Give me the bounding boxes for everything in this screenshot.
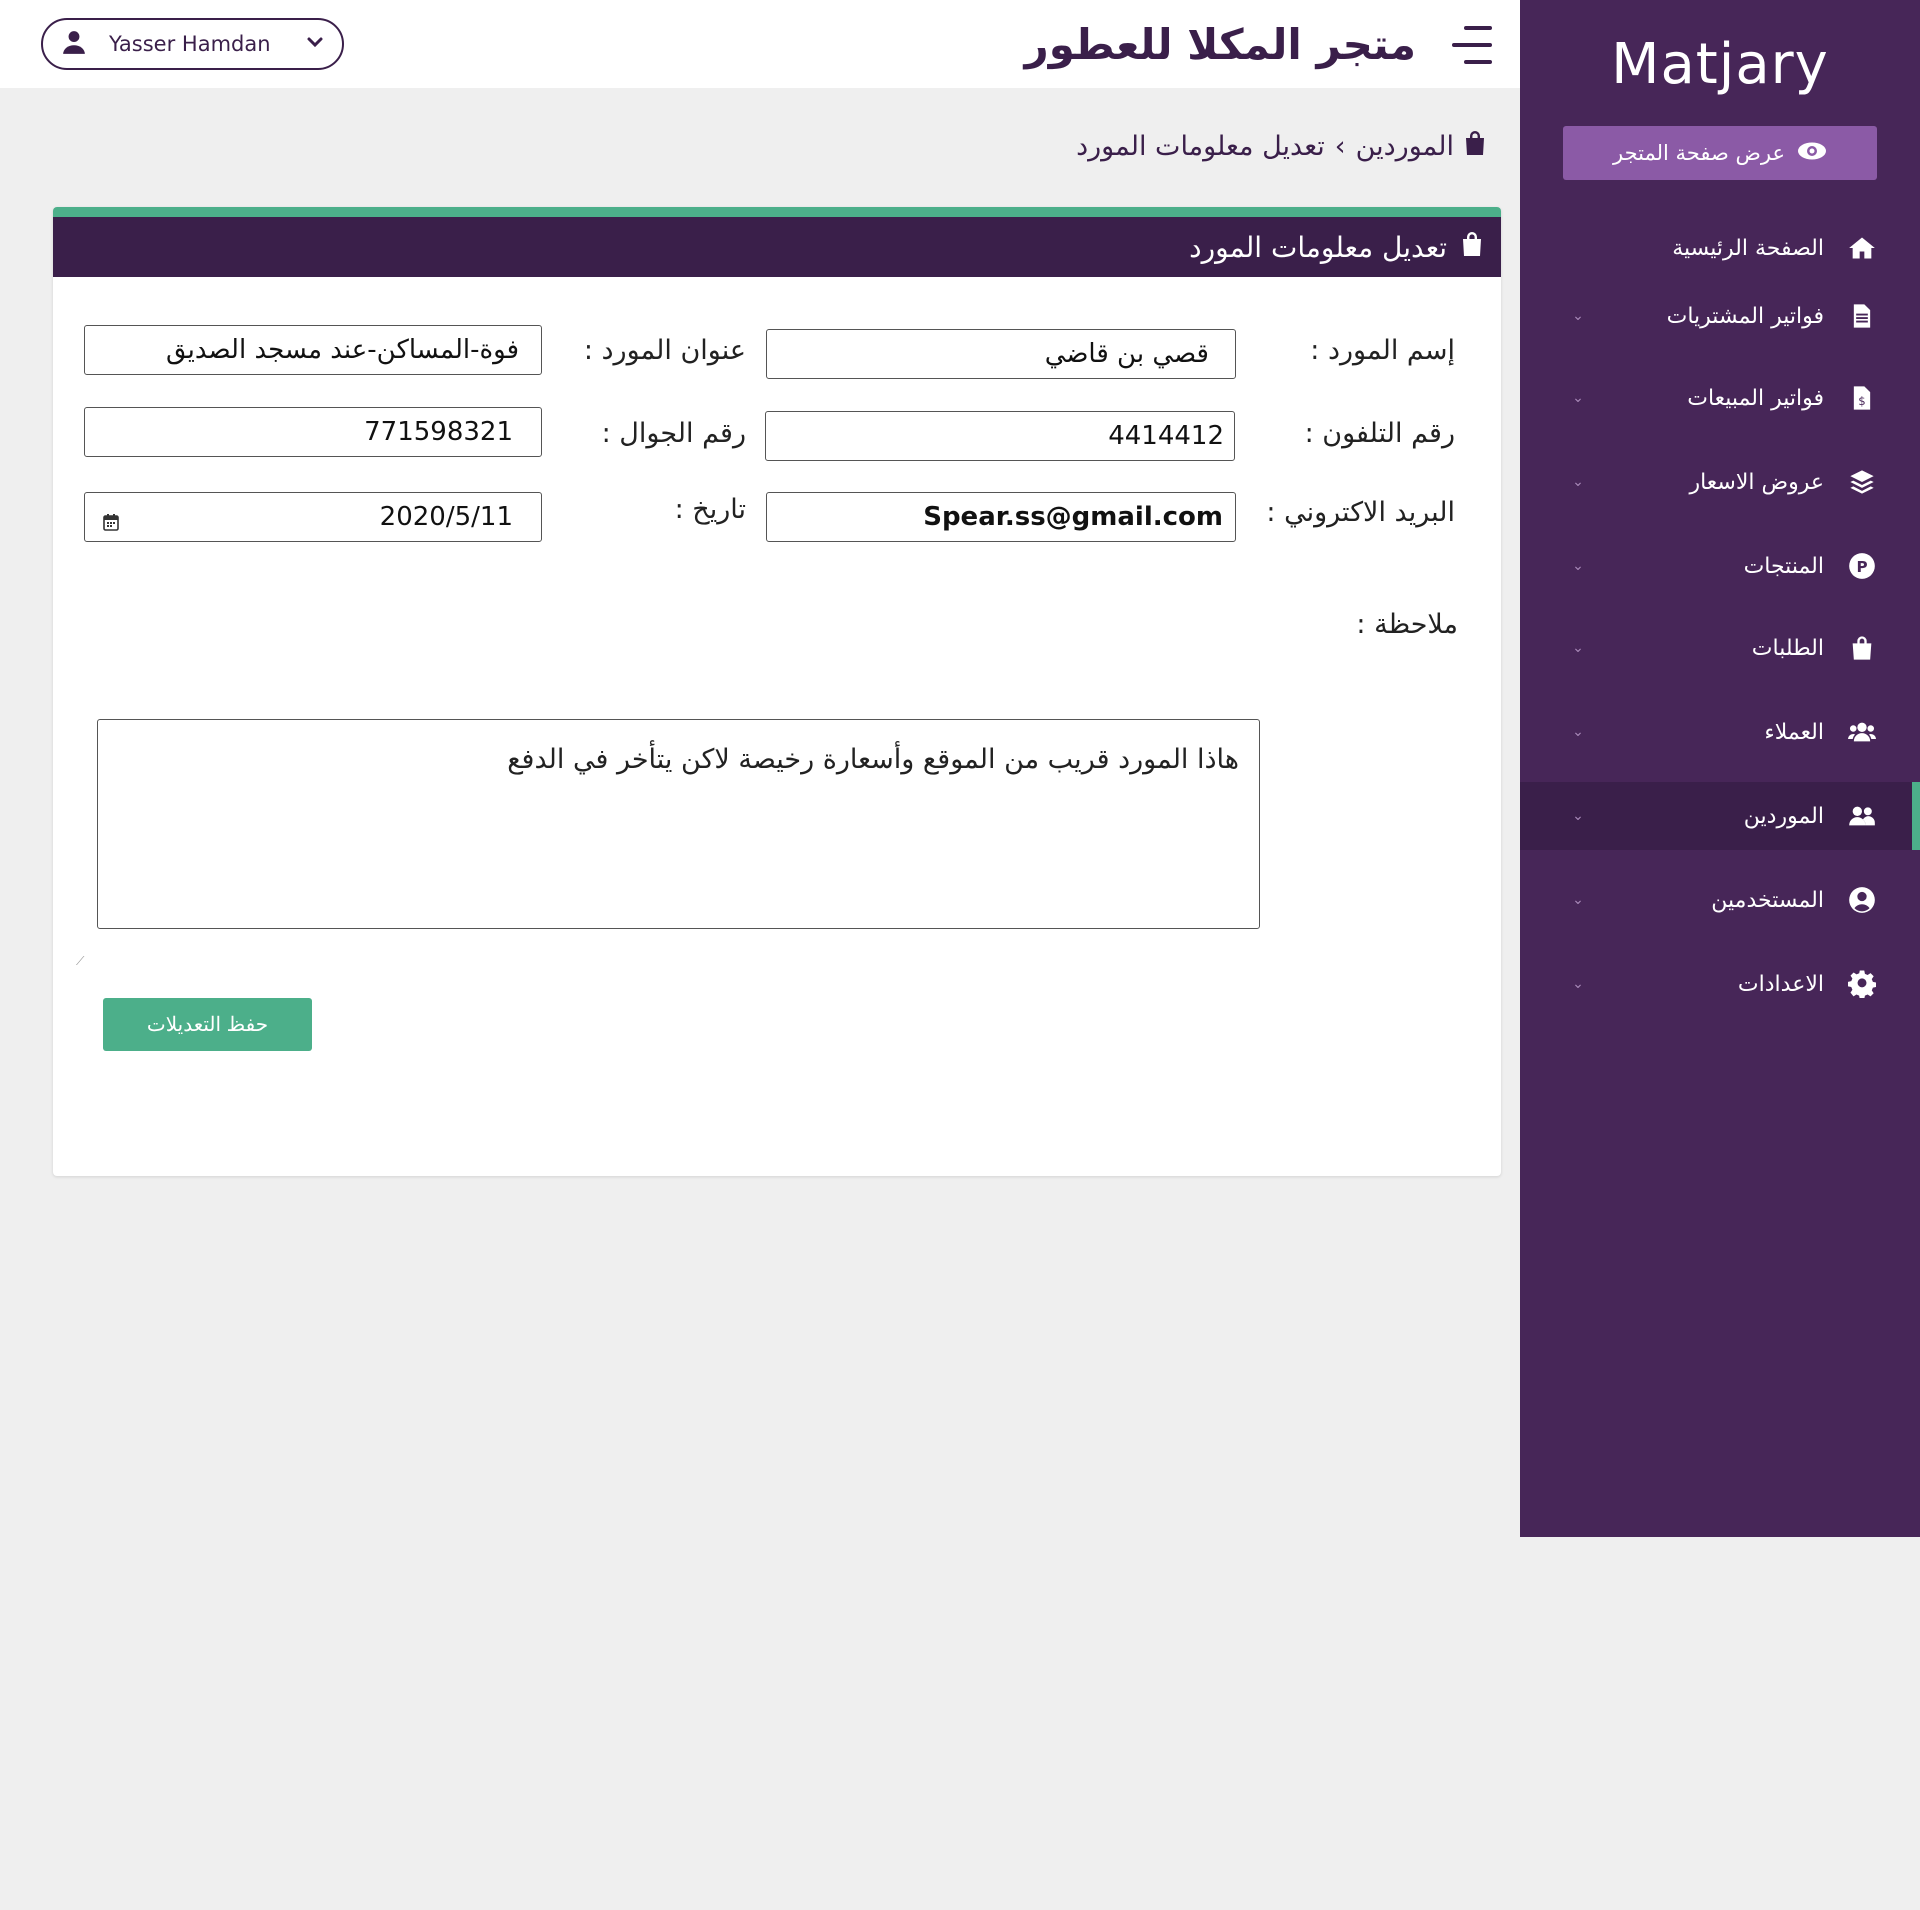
chevron-down-icon: ⌄: [1572, 808, 1584, 824]
date-label: تاريخ :: [674, 494, 746, 525]
supplier-address-field[interactable]: فوة-المساكن-عند مسجد الصديق: [84, 325, 542, 375]
breadcrumb-current: تعديل معلومات المورد: [1076, 131, 1325, 162]
chevron-down-icon: ⌄: [1572, 390, 1584, 406]
home-icon: [1846, 232, 1878, 264]
note-textarea[interactable]: هاذا المورد قريب من الموقع وأسعارة رخيصة…: [97, 719, 1260, 929]
chevron-down-icon: ⌄: [1572, 724, 1584, 740]
sidebar-item-label: الموردين: [1743, 803, 1824, 829]
svg-text:P: P: [1856, 558, 1867, 576]
mobile-label: رقم الجوال :: [601, 418, 746, 449]
gear-icon: [1846, 968, 1878, 1000]
shopping-bag-icon: [1464, 130, 1486, 163]
user-name: Yasser Hamdan: [109, 32, 271, 56]
sidebar-item-users[interactable]: المستخدمين ⌄: [1520, 866, 1920, 934]
svg-text:$: $: [1858, 394, 1865, 408]
sidebar-item-label: الصفحة الرئيسية: [1672, 235, 1824, 261]
supplier-address-label: عنوان المورد :: [583, 335, 746, 366]
phone-field[interactable]: 4414412: [765, 411, 1235, 461]
chevron-down-icon: [306, 33, 324, 55]
sidebar-item-label: الاعدادات: [1737, 971, 1824, 997]
email-field[interactable]: Spear.ss@gmail.com: [766, 492, 1236, 542]
chevron-down-icon: ⌄: [1572, 474, 1584, 490]
invoice-dollar-icon: $: [1846, 382, 1878, 414]
supplier-name-label: إسم المورد :: [1310, 335, 1455, 366]
phone-label: رقم التلفون :: [1304, 418, 1455, 449]
breadcrumb-separator: ›: [1334, 131, 1346, 162]
top-bar: Yasser Hamdan متجر المكلا للعطور: [0, 0, 1520, 88]
card-title: تعديل معلومات المورد: [1189, 230, 1447, 264]
product-p-icon: P: [1846, 550, 1878, 582]
user-menu-dropdown[interactable]: Yasser Hamdan: [41, 18, 344, 70]
view-store-label: عرض صفحة المتجر: [1613, 141, 1785, 165]
note-label: ملاحظة :: [1356, 609, 1458, 640]
chevron-down-icon: ⌄: [1572, 558, 1584, 574]
sidebar-item-label: المنتجات: [1743, 553, 1824, 579]
user-circle-icon: [1846, 884, 1878, 916]
sidebar-item-quotations[interactable]: عروض الاسعار ⌄: [1520, 448, 1920, 516]
sidebar-item-customers[interactable]: العملاء ⌄: [1520, 698, 1920, 766]
brand-logo: Matjary: [1611, 32, 1829, 97]
card-accent-bar: [53, 207, 1501, 217]
sidebar-item-purchase-invoices[interactable]: فواتير المشتريات ⌄: [1520, 282, 1920, 350]
sidebar-item-label: عروض الاسعار: [1689, 469, 1824, 495]
eye-icon: [1797, 141, 1827, 166]
sidebar-item-suppliers[interactable]: الموردين ⌄: [1520, 782, 1920, 850]
users-icon: [1846, 716, 1878, 748]
sidebar-item-label: المستخدمين: [1711, 887, 1824, 913]
breadcrumb-suppliers-link[interactable]: الموردين: [1356, 131, 1454, 162]
sidebar-item-label: فواتير المبيعات: [1687, 385, 1824, 411]
breadcrumb: الموردين › تعديل معلومات المورد: [1076, 130, 1486, 163]
resize-handle[interactable]: ⟋: [76, 954, 84, 969]
email-label: البريد الاكتروني :: [1266, 497, 1455, 528]
card-header: تعديل معلومات المورد: [53, 217, 1501, 277]
user-friends-icon: [1846, 800, 1878, 832]
file-icon: [1846, 300, 1878, 332]
mobile-field[interactable]: 771598321: [84, 407, 542, 457]
view-store-button[interactable]: عرض صفحة المتجر: [1563, 126, 1877, 180]
sidebar-item-home[interactable]: الصفحة الرئيسية: [1520, 214, 1920, 282]
chevron-down-icon: ⌄: [1572, 640, 1584, 656]
sidebar-item-orders[interactable]: الطلبات ⌄: [1520, 614, 1920, 682]
sidebar-item-label: العملاء: [1764, 719, 1824, 745]
shopping-bag-icon: [1846, 632, 1878, 664]
user-icon: [61, 29, 87, 59]
sidebar: Matjary عرض صفحة المتجر الصفحة الرئيسية …: [1520, 0, 1920, 1537]
chevron-down-icon: ⌄: [1572, 892, 1584, 908]
shopping-bag-icon: [1461, 231, 1483, 264]
chevron-down-icon: ⌄: [1572, 308, 1584, 324]
menu-toggle-icon[interactable]: [1452, 26, 1492, 64]
sidebar-item-settings[interactable]: الاعدادات ⌄: [1520, 950, 1920, 1018]
sidebar-item-label: الطلبات: [1751, 635, 1824, 661]
sidebar-item-products[interactable]: P المنتجات ⌄: [1520, 532, 1920, 600]
save-changes-button[interactable]: حفظ التعديلات: [103, 998, 312, 1051]
calendar-icon[interactable]: [103, 508, 119, 531]
date-field[interactable]: 2020/5/11: [84, 492, 542, 542]
supplier-name-field[interactable]: قصي بن قاضي: [766, 329, 1236, 379]
chevron-down-icon: ⌄: [1572, 976, 1584, 992]
store-title: متجر المكلا للعطور: [1024, 20, 1416, 69]
layers-icon: [1846, 466, 1878, 498]
sidebar-item-sales-invoices[interactable]: $ فواتير المبيعات ⌄: [1520, 364, 1920, 432]
sidebar-item-label: فواتير المشتريات: [1666, 303, 1824, 329]
